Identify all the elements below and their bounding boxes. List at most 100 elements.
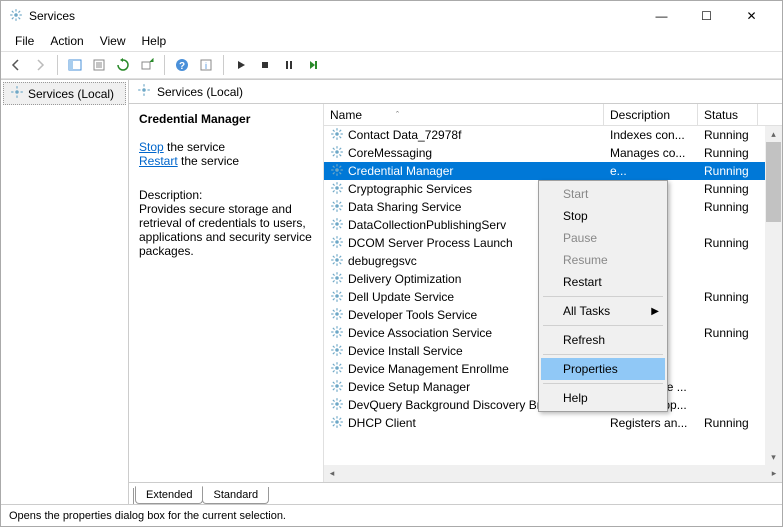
- menu-separator: [543, 296, 663, 297]
- description-label: Description:: [139, 188, 313, 202]
- menu-file[interactable]: File: [7, 32, 42, 50]
- scroll-down-icon[interactable]: ▾: [765, 449, 782, 465]
- context-menu: StartStopPauseResumeRestart All Tasks▶ Ref…: [538, 180, 668, 412]
- restart-service-link[interactable]: Restart: [139, 154, 178, 168]
- context-menu-item[interactable]: Restart: [541, 271, 665, 293]
- service-name: Contact Data_72978f: [348, 128, 461, 142]
- svg-text:i: i: [205, 61, 207, 71]
- menu-view[interactable]: View: [92, 32, 134, 50]
- service-name: DataCollectionPublishingServ: [348, 218, 506, 232]
- tab-extended[interactable]: Extended: [135, 486, 203, 504]
- service-name: Credential Manager: [348, 164, 453, 178]
- service-status: Running: [698, 236, 758, 250]
- gear-icon: [330, 307, 344, 324]
- show-hide-tree-button[interactable]: [64, 54, 86, 76]
- context-menu-item: Pause: [541, 227, 665, 249]
- column-name[interactable]: Nameˆ: [324, 104, 604, 125]
- minimize-button[interactable]: —: [639, 2, 684, 30]
- gear-icon: [330, 127, 344, 144]
- service-name: Developer Tools Service: [348, 308, 477, 322]
- stop-service-button[interactable]: [254, 54, 276, 76]
- service-status: Running: [698, 182, 758, 196]
- menu-separator: [543, 383, 663, 384]
- gear-icon: [330, 289, 344, 306]
- scroll-thumb[interactable]: [766, 142, 781, 222]
- service-description: Registers an...: [604, 416, 698, 430]
- table-row[interactable]: Contact Data_72978f Indexes con...Running: [324, 126, 782, 144]
- table-row[interactable]: CoreMessagingManages co...Running: [324, 144, 782, 162]
- service-description: Indexes con...: [604, 128, 698, 142]
- gear-icon: [330, 181, 344, 198]
- service-name: Delivery Optimization: [348, 272, 461, 286]
- service-name: DHCP Client: [348, 416, 416, 430]
- scroll-left-icon[interactable]: ◂: [324, 466, 340, 482]
- vertical-scrollbar[interactable]: ▴ ▾: [765, 126, 782, 465]
- service-status: Running: [698, 326, 758, 340]
- context-menu-item[interactable]: All Tasks▶: [541, 300, 665, 322]
- chevron-right-icon: ▶: [651, 306, 659, 317]
- service-name: Device Association Service: [348, 326, 492, 340]
- context-menu-item[interactable]: Properties: [541, 358, 665, 380]
- service-status: Running: [698, 416, 758, 430]
- menu-help[interactable]: Help: [134, 32, 175, 50]
- context-menu-item[interactable]: Refresh: [541, 329, 665, 351]
- menu-separator: [543, 354, 663, 355]
- help-button[interactable]: ?: [171, 54, 193, 76]
- service-status: Running: [698, 128, 758, 142]
- content-header-title: Services (Local): [157, 85, 243, 99]
- gear-icon: [330, 415, 344, 432]
- tree-item-label: Services (Local): [28, 87, 114, 101]
- status-text: Opens the properties dialog box for the …: [9, 510, 286, 522]
- gear-icon: [330, 253, 344, 270]
- table-row[interactable]: DHCP Client Registers an...Running: [324, 414, 782, 432]
- context-menu-item: Start: [541, 183, 665, 205]
- column-status[interactable]: Status: [698, 104, 758, 125]
- gear-icon: [330, 217, 344, 234]
- maximize-button[interactable]: ☐: [684, 2, 729, 30]
- gear-icon: [330, 361, 344, 378]
- properties-button[interactable]: [88, 54, 110, 76]
- service-name: CoreMessaging: [348, 146, 432, 160]
- gear-icon: [330, 325, 344, 342]
- gear-icon: [330, 199, 344, 216]
- gear-icon: [330, 271, 344, 288]
- scroll-right-icon[interactable]: ▸: [766, 466, 782, 482]
- service-description: e...: [604, 164, 698, 178]
- pause-service-button[interactable]: [278, 54, 300, 76]
- context-menu-item[interactable]: Help: [541, 387, 665, 409]
- refresh-button[interactable]: [112, 54, 134, 76]
- context-menu-item: Resume: [541, 249, 665, 271]
- close-button[interactable]: ✕: [729, 2, 774, 30]
- service-name: Cryptographic Services: [348, 182, 472, 196]
- toolbar: ? i: [1, 51, 782, 79]
- horizontal-scrollbar[interactable]: ◂ ▸: [324, 465, 782, 482]
- about-button[interactable]: i: [195, 54, 217, 76]
- stop-service-link[interactable]: Stop: [139, 140, 164, 154]
- back-button[interactable]: [5, 54, 27, 76]
- menubar: File Action View Help: [1, 31, 782, 51]
- service-status: Running: [698, 146, 758, 160]
- window-title: Services: [29, 9, 639, 23]
- tree-item-services-local[interactable]: Services (Local): [3, 82, 126, 105]
- scroll-up-icon[interactable]: ▴: [765, 126, 782, 142]
- column-description[interactable]: Description: [604, 104, 698, 125]
- gear-icon: [330, 163, 344, 180]
- content-header: Services (Local): [129, 80, 782, 104]
- service-status: Running: [698, 200, 758, 214]
- gear-icon: [330, 145, 344, 162]
- menu-separator: [543, 325, 663, 326]
- start-service-button[interactable]: [230, 54, 252, 76]
- tree-pane: Services (Local): [1, 80, 129, 504]
- export-button[interactable]: [136, 54, 158, 76]
- menu-action[interactable]: Action: [42, 32, 91, 50]
- tab-standard[interactable]: Standard: [202, 487, 269, 504]
- service-name: Device Install Service: [348, 344, 463, 358]
- restart-service-button[interactable]: [302, 54, 324, 76]
- content-tabs: Extended Standard: [129, 482, 782, 504]
- forward-button[interactable]: [29, 54, 51, 76]
- table-row[interactable]: Credential Managere...Running: [324, 162, 782, 180]
- context-menu-item[interactable]: Stop: [541, 205, 665, 227]
- details-column: Credential Manager Stop the service Rest…: [129, 104, 324, 482]
- list-header: Nameˆ Description Status: [324, 104, 782, 126]
- service-name: DCOM Server Process Launch: [348, 236, 513, 250]
